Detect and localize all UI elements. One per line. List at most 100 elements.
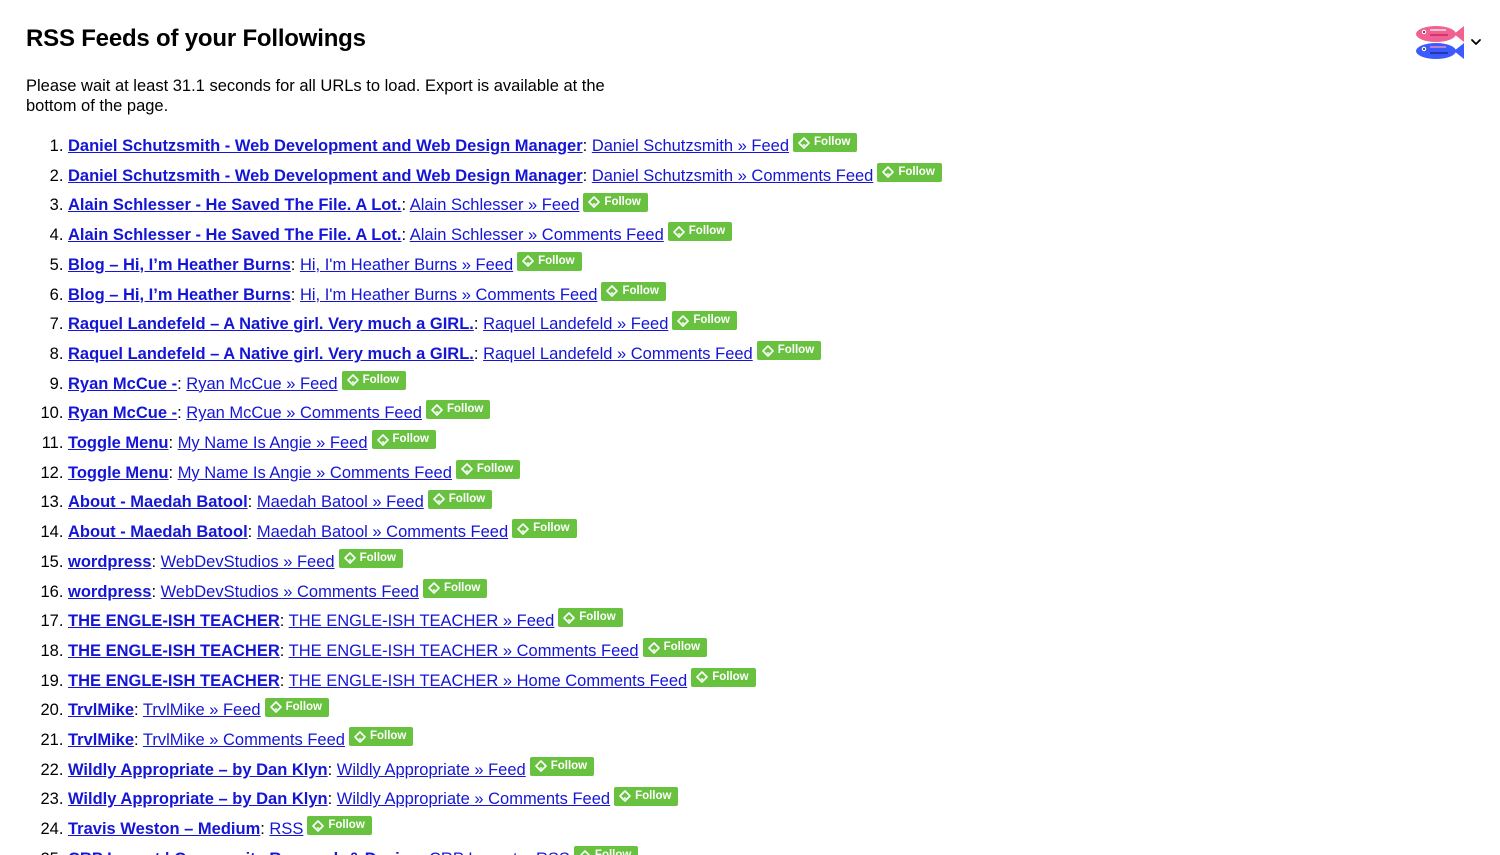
follow-button[interactable]: Follow [583,192,648,212]
follow-label: Follow [533,522,570,535]
feed-link[interactable]: Raquel Landefeld » Feed [483,315,668,333]
feed-list-item: Toggle Menu: My Name Is Angie » Comments… [68,459,942,489]
site-link[interactable]: CRP Impact | Community Research & Design [68,850,420,855]
site-link[interactable]: Raquel Landefeld – A Native girl. Very m… [68,345,474,363]
feed-link[interactable]: THE ENGLE-ISH TEACHER » Home Comments Fe… [289,672,688,690]
follow-label: Follow [538,254,575,267]
follow-button[interactable]: Follow [455,459,521,479]
feed-list-item: Raquel Landefeld – A Native girl. Very m… [68,310,942,340]
feed-list-item: Wildly Appropriate – by Dan Klyn: Wildly… [68,785,942,815]
site-link[interactable]: Toggle Menu [68,434,169,452]
feed-link[interactable]: THE ENGLE-ISH TEACHER » Comments Feed [289,642,639,660]
feed-link[interactable]: Maedah Batool » Comments Feed [257,523,508,541]
feedly-icon [696,671,709,684]
site-link[interactable]: THE ENGLE-ISH TEACHER [68,612,280,630]
feed-link[interactable]: TrvlMike » Comments Feed [143,731,345,749]
site-link[interactable]: TrvlMike [68,701,134,719]
site-link[interactable]: Raquel Landefeld – A Native girl. Very m… [68,315,474,333]
site-link[interactable]: Daniel Schutzsmith - Web Development and… [68,137,583,155]
follow-button[interactable]: Follow [529,756,595,776]
follow-button[interactable]: Follow [264,697,330,717]
feed-link[interactable]: TrvlMike » Feed [143,701,261,719]
follow-button[interactable]: Follow [558,608,623,628]
follow-button[interactable]: Follow [307,816,372,836]
feed-link[interactable]: Daniel Schutzsmith » Comments Feed [592,167,874,185]
site-link[interactable]: About - Maedah Batool [68,523,248,541]
feed-link[interactable]: My Name Is Angie » Comments Feed [178,464,452,482]
feed-link[interactable]: Wildly Appropriate » Comments Feed [337,790,610,808]
follow-button[interactable]: Follow [667,222,733,242]
site-link[interactable]: wordpress [68,553,151,571]
feed-link[interactable]: CRP Impact » RSS [429,850,570,855]
feed-list-item: TrvlMike: TrvlMike » Comments Feed Follow [68,726,942,756]
feed-link[interactable]: Ryan McCue » Comments Feed [186,404,422,422]
follow-button[interactable]: Follow [338,548,404,568]
feed-link[interactable]: Alain Schlesser » Feed [410,196,580,214]
follow-button[interactable]: Follow [422,578,488,598]
site-link[interactable]: TrvlMike [68,731,134,749]
follow-button[interactable]: Follow [691,667,756,687]
fish-avatar-icon[interactable] [1410,20,1464,64]
site-link[interactable]: wordpress [68,583,151,601]
site-link[interactable]: Blog – Hi, I’m Heather Burns [68,256,291,274]
site-link[interactable]: Wildly Appropriate – by Dan Klyn [68,790,328,808]
feed-link[interactable]: THE ENGLE-ISH TEACHER » Feed [289,612,555,630]
feed-link[interactable]: Raquel Landefeld » Comments Feed [483,345,753,363]
site-link[interactable]: Toggle Menu [68,464,169,482]
follow-button[interactable]: Follow [512,519,577,539]
feedly-icon [354,730,366,743]
follow-button[interactable]: Follow [425,400,491,420]
follow-button[interactable]: Follow [756,341,822,361]
feedly-icon [606,285,619,297]
site-link[interactable]: Alain Schlesser - He Saved The File. A L… [68,196,401,214]
follow-button[interactable]: Follow [877,162,942,182]
site-link[interactable]: Wildly Appropriate – by Dan Klyn [68,761,328,779]
feed-link[interactable]: Maedah Batool » Feed [257,493,424,511]
feed-link[interactable]: Daniel Schutzsmith » Feed [592,137,789,155]
separator: : [168,434,178,453]
follow-button[interactable]: Follow [348,727,414,747]
site-link[interactable]: About - Maedah Batool [68,493,248,511]
follow-button[interactable]: Follow [793,133,858,153]
site-link[interactable]: Ryan McCue - [68,404,177,422]
feed-link[interactable]: Wildly Appropriate » Feed [337,761,526,779]
feed-link[interactable]: WebDevStudios » Feed [161,553,335,571]
separator: : [401,196,410,215]
feed-link[interactable]: Ryan McCue » Feed [186,375,337,393]
site-link[interactable]: Alain Schlesser - He Saved The File. A L… [68,226,401,244]
follow-button[interactable]: Follow [341,370,407,390]
feed-link[interactable]: My Name Is Angie » Feed [178,434,368,452]
follow-button[interactable]: Follow [427,489,493,509]
follow-button[interactable]: Follow [573,846,639,855]
feed-list-item: Ryan McCue -: Ryan McCue » Comments Feed… [68,399,942,429]
feed-link[interactable]: RSS [269,820,303,838]
follow-label: Follow [392,433,429,446]
feed-list-item: About - Maedah Batool: Maedah Batool » C… [68,518,942,548]
chevron-down-icon[interactable] [1470,36,1482,48]
site-link[interactable]: Ryan McCue - [68,375,177,393]
follow-button[interactable]: Follow [672,311,737,331]
site-link[interactable]: Blog – Hi, I’m Heather Burns [68,286,291,304]
follow-button[interactable]: Follow [642,638,708,658]
feed-link[interactable]: Hi, I'm Heather Burns » Feed [300,256,513,274]
feedly-icon [677,315,690,327]
feed-list-item: wordpress: WebDevStudios » Feed Follow [68,548,942,578]
page-title: RSS Feeds of your Followings [26,25,366,52]
separator: : [401,226,410,245]
account-menu[interactable] [1410,20,1482,64]
separator: : [134,731,143,750]
follow-button[interactable]: Follow [371,430,436,450]
site-link[interactable]: Travis Weston – Medium [68,820,260,838]
follow-button[interactable]: Follow [614,786,679,806]
feedly-icon [432,493,445,505]
follow-label: Follow [446,403,484,416]
follow-button[interactable]: Follow [601,281,666,301]
follow-button[interactable]: Follow [517,251,582,271]
site-link[interactable]: Daniel Schutzsmith - Web Development and… [68,167,583,185]
feedly-icon [428,582,440,594]
feed-link[interactable]: Alain Schlesser » Comments Feed [410,226,664,244]
site-link[interactable]: THE ENGLE-ISH TEACHER [68,642,280,660]
site-link[interactable]: THE ENGLE-ISH TEACHER [68,672,280,690]
feed-link[interactable]: WebDevStudios » Comments Feed [161,583,419,601]
feed-link[interactable]: Hi, I'm Heather Burns » Comments Feed [300,286,598,304]
